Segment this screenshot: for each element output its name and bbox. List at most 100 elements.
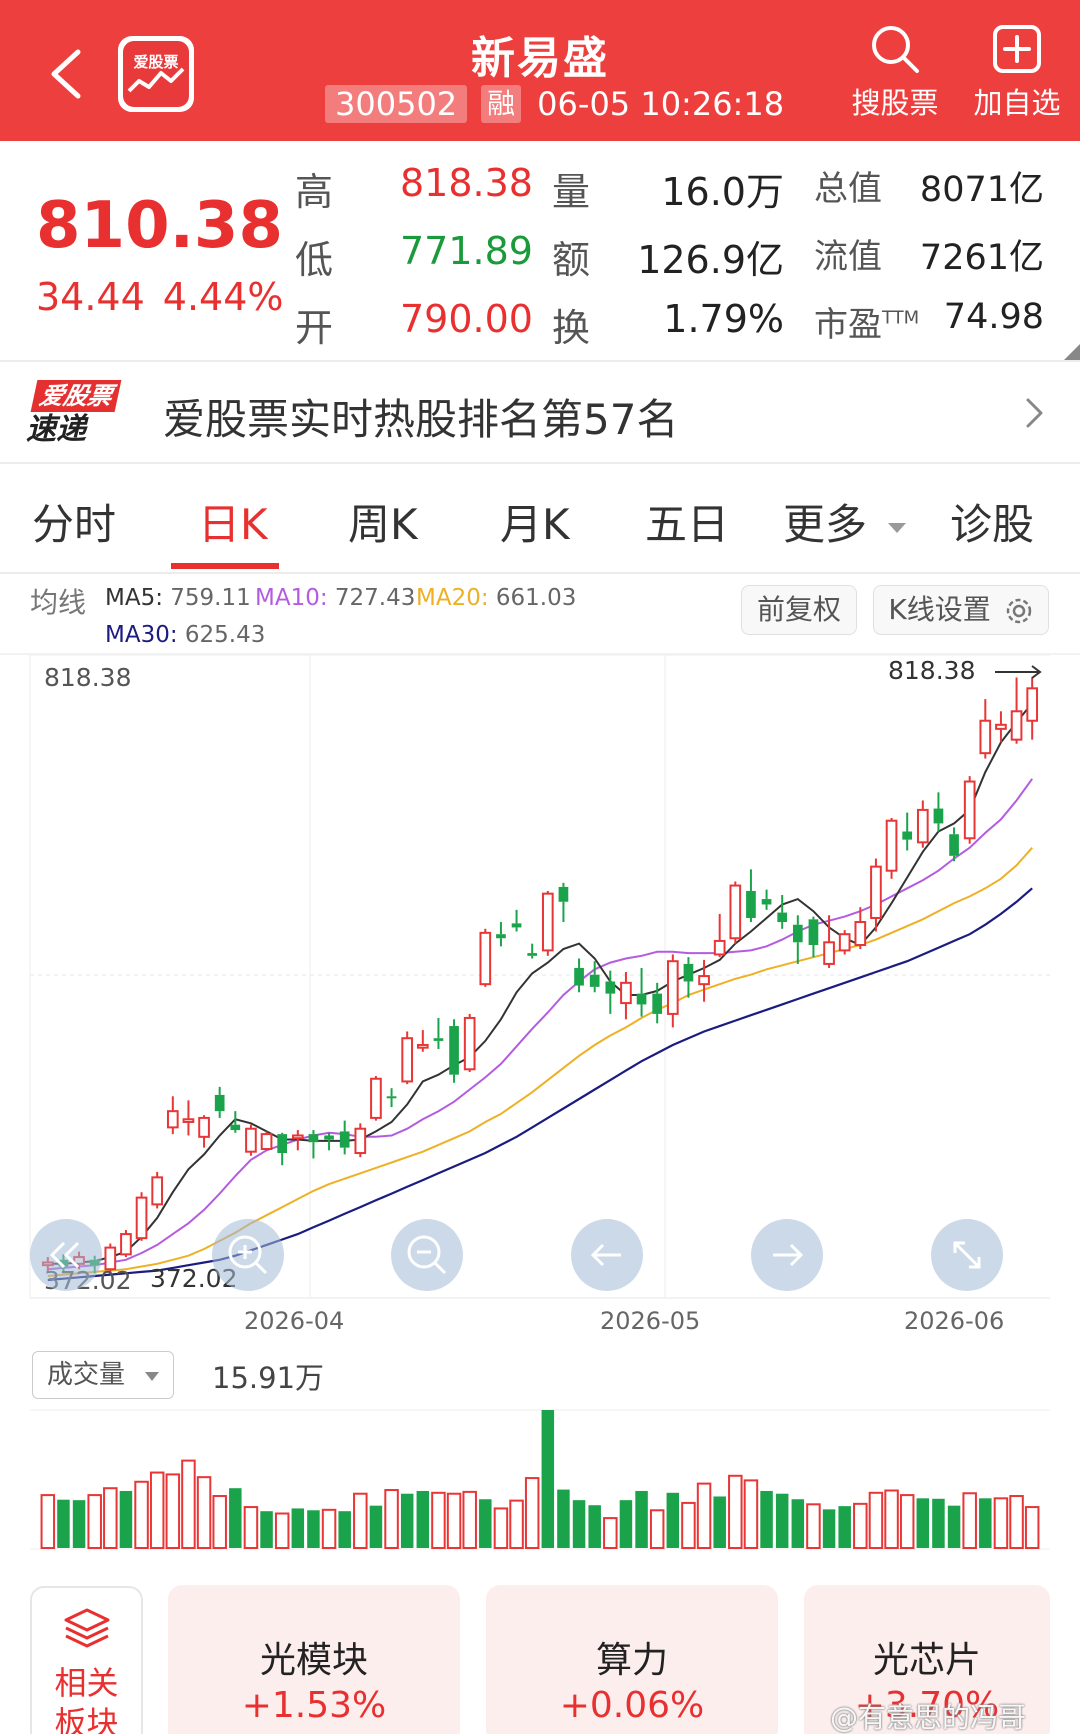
candle [260,1131,273,1151]
candle [808,916,819,958]
sector-card[interactable]: 算力 +0.06% [486,1585,778,1734]
double-chevron-left-icon [49,1241,80,1269]
kline-settings-button[interactable]: K线设置 [873,585,1049,635]
volume-svg [30,1409,1050,1550]
market-cap-label: 总值 [814,169,882,209]
volume-bar [1024,1506,1040,1549]
sector-card[interactable]: 光模块 +1.53% [168,1585,460,1734]
search-stock-button[interactable]: 搜股票 [840,22,950,122]
related-sectors-button[interactable]: 相关 板块 [30,1586,143,1734]
candle [416,1030,429,1052]
open-label: 开 [295,306,334,350]
caret-down-icon [145,1372,159,1381]
volume-bar [40,1494,56,1549]
tab-more[interactable]: 更多 [783,491,908,552]
add-watchlist-button[interactable]: 加自选 [962,22,1072,122]
candle [902,812,913,851]
chart-tabs: 分时 日K 周K 月K 五日 更多 诊股 [0,463,1080,573]
zoom-out-button[interactable] [391,1219,463,1291]
candle [449,1019,459,1083]
tab-diagnose[interactable]: 诊股 [950,491,1034,552]
candle [354,1123,367,1158]
volume-bar [868,1491,884,1550]
volume-bar [649,1509,665,1549]
volume-bar [713,1496,726,1548]
ma30-value: 625.43 [184,622,266,648]
adjust-mode-button[interactable]: 前复权 [741,585,857,635]
chart-high-marker-label: 818.38 [888,656,975,685]
volume-bar [760,1490,773,1548]
candle [433,1017,444,1050]
kline-chart[interactable]: 818.38 818.38 372.02 372.02 2026-04 2026… [0,655,1080,1345]
pe-label: 市盈TTM [814,297,919,346]
float-cap-value: 7261亿 [919,238,1044,278]
volume-bar [806,1503,821,1550]
candle [198,1115,210,1148]
quote-panel: 810.38 34.44 4.44% 高 818.38 低 771.89 开 79… [0,141,1080,362]
volume-bar [446,1492,462,1549]
chart-prev-button[interactable] [30,1219,102,1291]
volume-bar [666,1492,680,1548]
tab-intraday[interactable]: 分时 [32,491,116,552]
pe-label-text: 市盈 [814,305,882,345]
volume-bar [307,1510,320,1548]
volume-bar [822,1509,836,1548]
volume-bar [696,1482,712,1549]
fullscreen-button[interactable] [931,1219,1003,1291]
volume-bar [274,1512,290,1549]
volume-bar [791,1499,805,1548]
volume-bar [728,1474,743,1549]
volume-bar [635,1490,648,1548]
candle [666,954,679,1028]
arrow-left-icon [590,1243,621,1267]
candle [463,1013,476,1072]
add-square-icon [993,25,1041,73]
top-bar: 爱股票 新易盛 300502 融 06-05 10:26:18 搜股票 加自选 [0,0,1080,141]
caret-down-icon [888,522,907,533]
volume-bar [541,1410,555,1548]
tab-more-label: 更多 [783,500,868,549]
candle [1026,677,1039,740]
tab-daily-k[interactable]: 日K [198,491,268,552]
volume-bar [260,1511,273,1548]
kline-svg: 818.38 818.38 372.02 372.02 2026-04 2026… [29,655,1050,1335]
zoom-in-button[interactable] [212,1219,284,1291]
ma20-legend: MA20: 661.03 [416,585,576,611]
pan-right-button[interactable] [751,1219,823,1291]
candle [838,930,851,955]
candle [120,1230,132,1258]
watermark: @有意思的冯哥 [830,1701,1027,1734]
volume-chart[interactable] [0,1405,1080,1550]
candle [574,958,584,993]
tab-monthly-k[interactable]: 月K [500,491,570,552]
ma5-legend: MA5: 759.11 [105,585,251,611]
add-watchlist-label: 加自选 [973,86,1061,120]
pe-value: 74.98 [943,297,1044,337]
volume-bar [338,1511,351,1548]
news-logo: 爱股票 速递 [26,380,130,446]
hot-rank-banner[interactable]: 爱股票 速递 爱股票实时热股排名第57名 [0,362,1080,463]
candle [214,1086,225,1118]
ma20-label: MA20: [416,585,489,611]
low-label: 低 [295,238,334,282]
volume-bar [962,1492,977,1550]
volume-bar [462,1490,477,1549]
volume-bar [899,1494,915,1549]
volume-bar [181,1459,196,1549]
indicator-select[interactable]: 成交量 [32,1351,174,1399]
volume-bar [993,1497,1009,1549]
volume-bar [384,1489,399,1549]
ma30-line [47,887,1033,1282]
candle [713,913,726,958]
price-change: 34.44 4.44% [36,275,284,319]
x-tick-label: 2026-04 [244,1307,344,1335]
pan-left-button[interactable] [571,1219,643,1291]
high-label: 高 [295,170,334,214]
candle [479,928,492,987]
candle [963,776,976,844]
volume-value: 16.0万 [661,170,784,214]
candle [401,1031,414,1085]
tab-five-day[interactable]: 五日 [645,491,729,552]
tab-weekly-k[interactable]: 周K [348,491,418,552]
volume-bar [103,1487,118,1549]
